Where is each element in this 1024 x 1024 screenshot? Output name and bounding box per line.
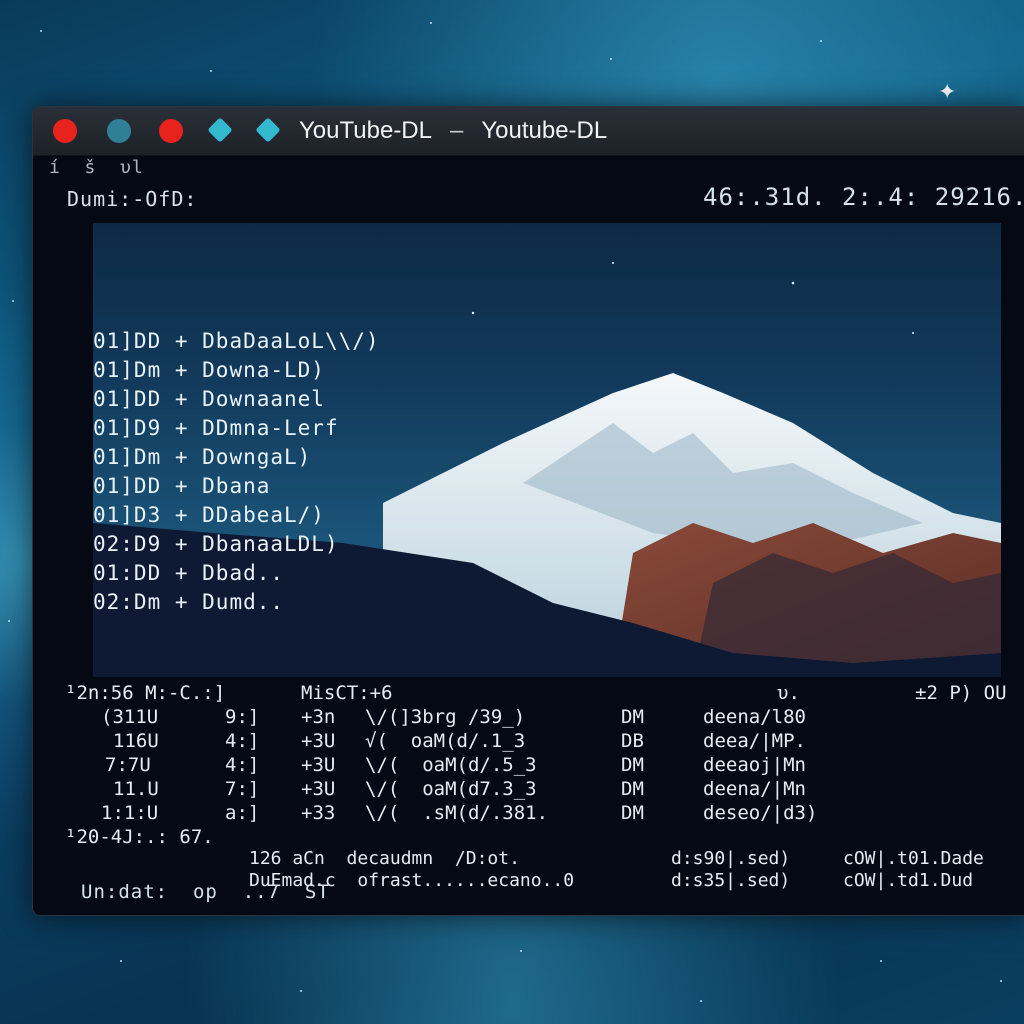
star (40, 30, 42, 32)
log-line: 01]DD + Dbana (93, 474, 271, 498)
status-line: Un:dat: op ..7 ST (81, 881, 330, 903)
table-cell: cOW|.t01.Dade (843, 848, 984, 869)
window-title: YouTube-DL – Youtube-DL (299, 117, 607, 145)
title-right: Youtube-DL (481, 117, 608, 144)
log-line: 01]D9 + DDmna-Lerf (93, 416, 339, 440)
table-header-cell: ±2 P) OU (915, 682, 1007, 704)
footer-line: ¹20-4J:.: 67. (65, 826, 214, 850)
minimize-button[interactable] (107, 119, 131, 143)
log-line: 01]Dm + DowngaL) (93, 445, 312, 469)
table-cell: (311U (101, 706, 159, 728)
table-cell: deseo/|d3) (703, 802, 818, 824)
diamond-icon (207, 117, 233, 143)
star (430, 22, 432, 24)
table-cell: 1:1:U (101, 802, 159, 824)
log-line: 02:D9 + DbanaaLDL) (93, 532, 339, 556)
table-cell: 9:] (225, 706, 260, 728)
log-line: 01]D3 + DDabeaL/) (93, 503, 325, 527)
star (520, 950, 522, 952)
star (1000, 980, 1002, 982)
table-cell: +3U (301, 754, 336, 776)
star (12, 300, 14, 302)
table-cell: DM (621, 706, 644, 728)
table-cell: DM (621, 778, 644, 800)
table-cell: d:s35|.sed) (671, 870, 791, 891)
table-cell: +3U (301, 778, 336, 800)
star (120, 960, 122, 962)
close-button[interactable] (53, 119, 77, 143)
table-row: 1:1:U a:] +33 \/( .sM(d/.381. DM deseo/|… (65, 802, 817, 826)
table-cell: DM (621, 802, 644, 824)
table-cell: DM (621, 754, 644, 776)
table-cell: \/(]3brg /39_) (365, 706, 526, 728)
star (210, 70, 212, 72)
table-row: 7:7U 4:] +3U \/( oaM(d/.5_3 DM deeaoj|Mn (65, 754, 806, 778)
table-cell: deena/|Mn (703, 778, 806, 800)
title-separator: – (449, 117, 464, 144)
table-cell: 4:] (225, 730, 260, 752)
table-row: (311U 9:] +3n \/(]3brg /39_) DM deena/l8… (65, 706, 806, 730)
table-row: 11.U 7:] +3U \/( oaM(d7.3_3 DM deena/|Mn (65, 778, 806, 802)
log-line: 01]Dm + Downa-LD) (93, 358, 325, 382)
table-cell: 11.U (113, 778, 159, 800)
star (700, 1000, 702, 1002)
table-cell: ¹20-4J:.: 67. (65, 826, 214, 848)
table-cell: 116U (113, 730, 159, 752)
table-cell: +3n (301, 706, 336, 728)
table-cell: +33 (301, 802, 336, 824)
table-cell: d:s90|.sed) (671, 848, 791, 869)
log-line: 01]DD + DbaDaaLoL\\/) (93, 329, 380, 353)
table-cell: cOW|.td1.Dud (843, 870, 974, 891)
star (300, 990, 302, 992)
log-line: 01:DD + Dbad.. (93, 561, 285, 585)
log-line: 01]DD + Downaanel (93, 387, 325, 411)
table-cell: +3U (301, 730, 336, 752)
table-cell: deena/l80 (703, 706, 806, 728)
table-row: 116U 4:] +3U √( oaM(d/.1_3 DB deea/|MP. (65, 730, 806, 754)
footer-line: 126 aCn decaudmn /D:ot. d:s90|.sed) cOW|… (65, 848, 984, 872)
title-left: YouTube-DL (299, 117, 432, 144)
table-cell: 7:7U (105, 754, 151, 776)
maximize-button[interactable] (159, 119, 183, 143)
table-header-cell: ¹2n:56 M:-C.:] (65, 682, 226, 704)
header-right: 46:.31d. 2:.4: 29216. N (703, 183, 1024, 211)
download-log: 01]DD + DbaDaaLoL\\/) 01]Dm + Downa-LD) … (93, 329, 380, 619)
table-cell: 7:] (225, 778, 260, 800)
log-line: 02:Dm + Dumd.. (93, 590, 285, 614)
header-left: Dumi:-OfD: (67, 187, 198, 211)
star (820, 40, 822, 42)
table-header: ¹2n:56 M:-C.:] MisCT:+6 υ. ±2 P) OU (65, 682, 1007, 706)
table-cell: deeaoj|Mn (703, 754, 806, 776)
sparkle-icon: ✦ (938, 80, 957, 105)
table-cell: \/( oaM(d/.5_3 (365, 754, 537, 776)
star (880, 960, 882, 962)
title-bar[interactable]: YouTube-DL – Youtube-DL (33, 107, 1024, 156)
table-cell: \/( .sM(d/.381. (365, 802, 549, 824)
table-cell: deea/|MP. (703, 730, 806, 752)
terminal-window: YouTube-DL – Youtube-DL í š υl Dumi:-OfD: … (32, 106, 1024, 916)
table-cell: DB (621, 730, 644, 752)
table-header-cell: υ. (777, 682, 800, 704)
star (610, 58, 612, 60)
table-cell: \/( oaM(d7.3_3 (365, 778, 537, 800)
diamond-icon (255, 117, 281, 143)
table-cell: 126 aCn decaudmn /D:ot. (249, 848, 520, 869)
table-cell: √( oaM(d/.1_3 (365, 730, 526, 752)
star (8, 620, 10, 622)
table-cell: 4:] (225, 754, 260, 776)
top-glyphs: í š υl (49, 157, 144, 178)
table-header-cell: MisCT:+6 (301, 682, 393, 704)
table-cell: a:] (225, 802, 260, 824)
